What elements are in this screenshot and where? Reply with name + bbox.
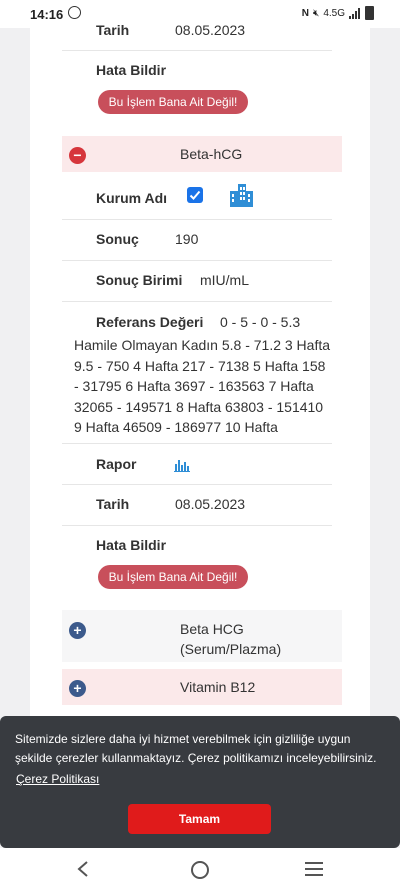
cookie-text-line: Sitemizde sizlere daha iyi hizmet verebi… [15,732,351,746]
test-title: Vitamin B12 [180,679,256,695]
nfc-icon: N [301,7,309,19]
test-title: Beta-hCG [180,146,243,162]
result-value: 190 [175,231,199,247]
date-label: Tarih [96,22,130,38]
date-value: 08.05.2023 [175,496,246,512]
result-label: Sonuç [96,231,139,247]
cookie-policy-link[interactable]: Çerez Politikası [16,772,99,786]
lab-results-panel: Tarih 08.05.2023 Hata Bildir Bu İşlem Ba… [30,22,370,718]
building-icon[interactable] [227,181,255,214]
recents-icon[interactable] [305,861,323,882]
cookie-banner: Sitemizde sizlere daha iyi hizmet verebi… [0,716,400,848]
unit-label: Sonuç Birimi [96,272,183,288]
network-type: 4.5G [323,7,345,19]
mute-icon: 🔇︎ [313,7,320,19]
expand-icon[interactable]: + [69,622,86,639]
test-header-beta-hcg[interactable]: − Beta-hCG [62,136,342,172]
reference-line: 9.5 - 750 4 Hafta 217 - 7138 5 Hafta 158 [74,357,326,374]
home-icon[interactable] [190,860,210,885]
date-value: 08.05.2023 [175,22,246,38]
test-header-beta-hcg-serum[interactable]: + Beta HCG (Serum/Plazma) [62,610,342,662]
checkbox-checked[interactable] [187,187,203,203]
test-title-line1: Beta HCG [180,621,244,637]
navigation-bar [0,848,400,891]
signal-icon [349,7,361,19]
report-error-label: Hata Bildir [96,62,167,78]
reference-label: Referans Değeri [96,314,204,330]
whatsapp-icon [68,6,81,19]
cookie-text: Sitemizde sizlere daha iyi hizmet verebi… [15,730,387,768]
unit-value: mIU/mL [200,272,249,288]
cookie-accept-button[interactable]: Tamam [128,804,271,834]
reference-value-first: 0 - 5 - 0 - 5.3 [220,314,301,330]
report-label: Rapor [96,456,137,472]
reference-value-text: Hamile Olmayan Kadın 5.8 - 71.2 3 Hafta … [74,335,344,438]
expand-icon[interactable]: + [69,680,86,697]
test-title-line2: (Serum/Plazma) [180,641,282,657]
collapse-icon[interactable]: − [69,147,86,164]
reference-line: - 31795 6 Hafta 3697 - 163563 7 Hafta [74,378,314,394]
not-mine-button[interactable]: Bu İşlem Bana Ait Değil! [98,90,248,114]
battery-icon [365,6,374,20]
cookie-text-line: şekilde çerezler kullanmaktayız. Çerez p… [15,751,377,765]
bar-chart-icon[interactable] [174,458,190,477]
institution-label: Kurum Adı [96,190,168,206]
status-icons: N 🔇︎ 4.5G [302,6,374,20]
date-label: Tarih [96,496,130,512]
reference-line: Hamile Olmayan Kadın 5.8 - 71.2 3 Hafta [74,337,331,353]
reference-line: 32065 - 149571 8 Hafta 63803 - 151410 [74,398,324,415]
test-header-vitamin-b12[interactable]: + Vitamin B12 [62,669,342,705]
status-time: 14:16 [30,7,64,22]
not-mine-button[interactable]: Bu İşlem Bana Ait Değil! [98,565,248,589]
report-error-label: Hata Bildir [96,537,167,553]
back-icon[interactable] [76,860,90,883]
reference-line: 9 Hafta 46509 - 186977 10 Hafta [74,419,278,435]
